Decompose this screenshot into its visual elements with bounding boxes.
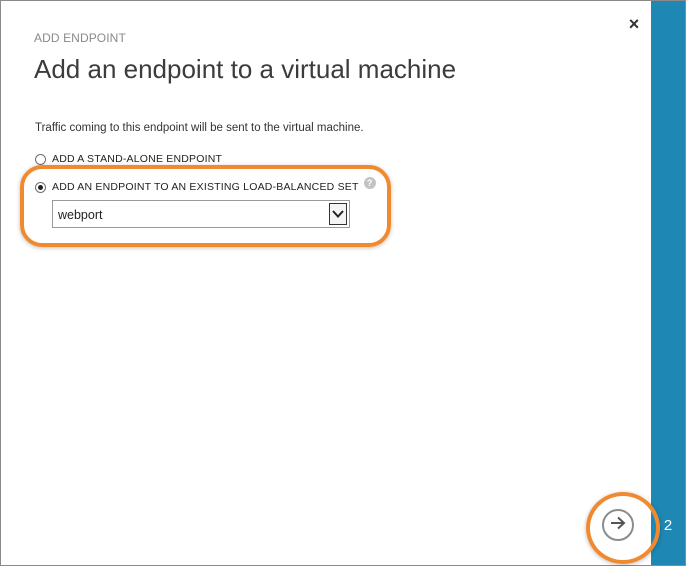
- dialog-title: Add an endpoint to a virtual machine: [34, 54, 457, 84]
- radio-label-load-balanced: ADD AN ENDPOINT TO AN EXISTING LOAD-BALA…: [52, 181, 359, 193]
- dialog-description: Traffic coming to this endpoint will be …: [35, 122, 364, 134]
- close-icon: ×: [628, 14, 640, 34]
- load-balanced-set-value: webport: [58, 208, 103, 222]
- arrow-right-icon: [610, 516, 626, 535]
- close-button[interactable]: ×: [625, 15, 643, 33]
- dialog-subtitle: ADD ENDPOINT: [34, 31, 126, 45]
- wizard-step-strip: 2: [651, 1, 685, 565]
- radio-button[interactable]: [35, 153, 46, 165]
- help-icon[interactable]: ?: [363, 177, 376, 189]
- load-balanced-set-select[interactable]: webport: [52, 200, 350, 228]
- chevron-down-icon[interactable]: [329, 203, 347, 225]
- radio-standalone-endpoint[interactable]: ADD A STAND-ALONE ENDPOINT: [35, 153, 222, 165]
- radio-label-standalone: ADD A STAND-ALONE ENDPOINT: [52, 153, 223, 165]
- radio-load-balanced-endpoint[interactable]: ADD AN ENDPOINT TO AN EXISTING LOAD-BALA…: [35, 177, 376, 193]
- next-button[interactable]: [602, 509, 634, 541]
- radio-button-selected[interactable]: [35, 181, 46, 193]
- add-endpoint-dialog: 2 × ADD ENDPOINT Add an endpoint to a vi…: [0, 0, 686, 566]
- step-number: 2: [663, 517, 673, 534]
